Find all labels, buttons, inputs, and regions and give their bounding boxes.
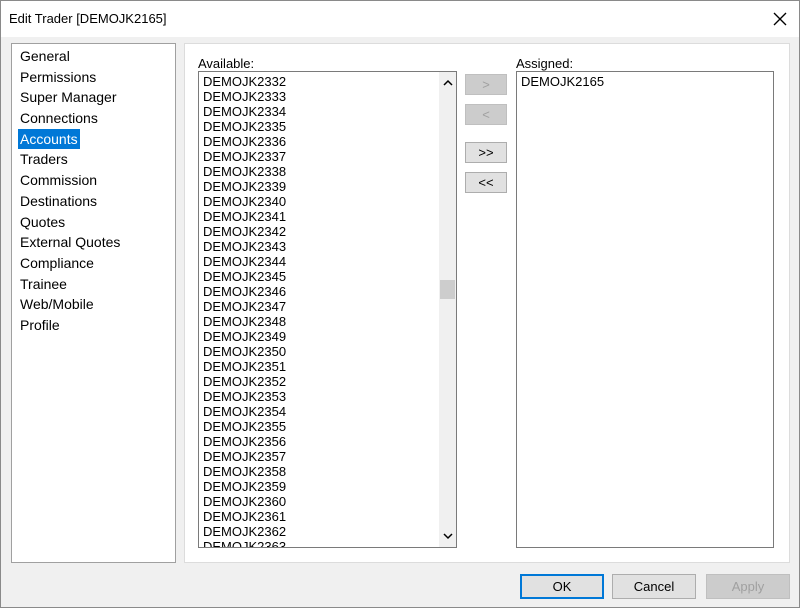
available-account-item[interactable]: DEMOJK2335 [203, 119, 436, 134]
available-account-item[interactable]: DEMOJK2348 [203, 314, 436, 329]
assigned-accounts-list[interactable]: DEMOJK2165 [516, 71, 774, 548]
nav-item-trainee[interactable]: Trainee [18, 274, 69, 295]
available-account-item[interactable]: DEMOJK2341 [203, 209, 436, 224]
apply-button[interactable]: Apply [706, 574, 790, 599]
available-account-item[interactable]: DEMOJK2362 [203, 524, 436, 539]
assigned-label: Assigned: [516, 56, 574, 71]
available-account-item[interactable]: DEMOJK2359 [203, 479, 436, 494]
available-account-item[interactable]: DEMOJK2346 [203, 284, 436, 299]
add-selected-button[interactable]: > [465, 74, 507, 95]
available-account-item[interactable]: DEMOJK2350 [203, 344, 436, 359]
edit-trader-dialog: Edit Trader [DEMOJK2165] General Permissi… [0, 0, 800, 608]
available-account-item[interactable]: DEMOJK2357 [203, 449, 436, 464]
available-account-item[interactable]: DEMOJK2354 [203, 404, 436, 419]
available-accounts-list[interactable]: DEMOJK2332 DEMOJK2333 DEMOJK2334 DEMOJK2335… [198, 71, 457, 548]
scroll-thumb[interactable] [440, 280, 455, 299]
available-accounts-items: DEMOJK2332 DEMOJK2333 DEMOJK2334 DEMOJK2335… [203, 74, 436, 547]
available-label: Available: [198, 56, 255, 71]
close-icon [773, 12, 787, 26]
assigned-accounts-items: DEMOJK2165 [521, 74, 769, 547]
available-account-item[interactable]: DEMOJK2360 [203, 494, 436, 509]
available-account-item[interactable]: DEMOJK2349 [203, 329, 436, 344]
nav-item-connections[interactable]: Connections [18, 108, 100, 129]
available-account-item[interactable]: DEMOJK2358 [203, 464, 436, 479]
available-account-item[interactable]: DEMOJK2334 [203, 104, 436, 119]
scroll-up-button[interactable] [439, 74, 456, 91]
remove-all-button[interactable]: << [465, 172, 507, 193]
available-account-item[interactable]: DEMOJK2353 [203, 389, 436, 404]
available-account-item[interactable]: DEMOJK2338 [203, 164, 436, 179]
available-account-item[interactable]: DEMOJK2352 [203, 374, 436, 389]
available-account-item[interactable]: DEMOJK2355 [203, 419, 436, 434]
available-account-item[interactable]: DEMOJK2336 [203, 134, 436, 149]
nav-item-commission[interactable]: Commission [18, 170, 99, 191]
available-account-item[interactable]: DEMOJK2344 [203, 254, 436, 269]
nav-item-traders[interactable]: Traders [18, 149, 70, 170]
nav-item-profile[interactable]: Profile [18, 315, 62, 336]
cancel-button[interactable]: Cancel [612, 574, 696, 599]
window-title: Edit Trader [DEMOJK2165] [9, 11, 167, 26]
remove-selected-button[interactable]: < [465, 104, 507, 125]
available-account-item[interactable]: DEMOJK2361 [203, 509, 436, 524]
available-account-item[interactable]: DEMOJK2363 [203, 539, 436, 547]
available-list-scrollbar[interactable] [439, 72, 456, 547]
chevron-up-icon [442, 79, 453, 86]
chevron-down-icon [442, 533, 453, 540]
add-all-button[interactable]: >> [465, 142, 507, 163]
nav-item-compliance[interactable]: Compliance [18, 253, 96, 274]
nav-item-accounts[interactable]: Accounts [18, 128, 80, 150]
nav-item-quotes[interactable]: Quotes [18, 212, 67, 233]
available-account-item[interactable]: DEMOJK2337 [203, 149, 436, 164]
settings-category-list[interactable]: General Permissions Super Manager Connectio… [11, 43, 176, 563]
available-account-item[interactable]: DEMOJK2342 [203, 224, 436, 239]
available-account-item[interactable]: DEMOJK2343 [203, 239, 436, 254]
available-account-item[interactable]: DEMOJK2345 [203, 269, 436, 284]
available-account-item[interactable]: DEMOJK2351 [203, 359, 436, 374]
nav-item-general[interactable]: General [18, 46, 72, 67]
available-account-item[interactable]: DEMOJK2356 [203, 434, 436, 449]
nav-item-super-manager[interactable]: Super Manager [18, 87, 119, 108]
available-account-item[interactable]: DEMOJK2347 [203, 299, 436, 314]
nav-item-permissions[interactable]: Permissions [18, 67, 98, 88]
close-button[interactable] [767, 7, 793, 31]
assigned-account-item[interactable]: DEMOJK2165 [521, 74, 769, 89]
ok-button[interactable]: OK [520, 574, 604, 599]
title-bar[interactable]: Edit Trader [DEMOJK2165] [1, 1, 799, 37]
available-account-item[interactable]: DEMOJK2339 [203, 179, 436, 194]
available-account-item[interactable]: DEMOJK2333 [203, 89, 436, 104]
available-account-item[interactable]: DEMOJK2332 [203, 74, 436, 89]
nav-item-external-quotes[interactable]: External Quotes [18, 232, 122, 253]
scroll-down-button[interactable] [439, 528, 456, 545]
nav-item-destinations[interactable]: Destinations [18, 191, 99, 212]
nav-item-web-mobile[interactable]: Web/Mobile [18, 294, 96, 315]
available-account-item[interactable]: DEMOJK2340 [203, 194, 436, 209]
